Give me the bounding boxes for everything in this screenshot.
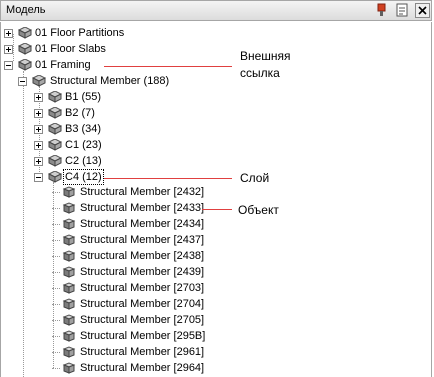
- annotation-object: Объект: [238, 203, 279, 217]
- properties-icon[interactable]: [395, 3, 410, 18]
- tree-item-framing[interactable]: 01 Framing: [35, 58, 91, 72]
- layer-icon: [18, 27, 32, 39]
- panel-title: Модель: [6, 4, 46, 16]
- expand-toggle[interactable]: [34, 125, 43, 134]
- expand-toggle[interactable]: [34, 109, 43, 118]
- member-cube-icon: [62, 330, 76, 342]
- tree-item-member[interactable]: Structural Member [2434]: [80, 217, 204, 231]
- member-cube-icon: [62, 250, 76, 262]
- tree-guide: [52, 304, 60, 305]
- member-cube-icon: [62, 282, 76, 294]
- tree-guide: [52, 256, 60, 257]
- member-cube-icon: [62, 218, 76, 230]
- tree-item-structural-member-group[interactable]: Structural Member (188): [50, 74, 169, 88]
- tree-item-group-b2[interactable]: B2 (7): [65, 106, 95, 120]
- tree-item-member[interactable]: Structural Member [2705]: [80, 313, 204, 327]
- expand-toggle[interactable]: [34, 93, 43, 102]
- tree-item-member[interactable]: Structural Member [2704]: [80, 297, 204, 311]
- tree-item-member[interactable]: Structural Member [2433]: [80, 201, 204, 215]
- tree-item-group-c1[interactable]: C1 (23): [65, 138, 102, 152]
- callout-line-object: [202, 209, 232, 210]
- tree-guide: [52, 368, 60, 369]
- expand-toggle[interactable]: [34, 157, 43, 166]
- expand-toggle[interactable]: [4, 45, 13, 54]
- tree-guide: [52, 224, 60, 225]
- collapse-toggle[interactable]: [4, 61, 13, 70]
- layer-icon: [48, 123, 62, 135]
- tree-guide: [52, 336, 60, 337]
- tree-item-group-c4[interactable]: C4 (12): [63, 169, 104, 185]
- expand-toggle[interactable]: [34, 141, 43, 150]
- tree-guide: [52, 288, 60, 289]
- tree-item-group-b3[interactable]: B3 (34): [65, 122, 101, 136]
- expand-toggle[interactable]: [4, 29, 13, 38]
- annotation-external-ref-line2: ссылка: [240, 66, 280, 80]
- callout-line-layer: [104, 178, 232, 179]
- member-cube-icon: [62, 362, 76, 374]
- tree-item-floor-slabs[interactable]: 01 Floor Slabs: [35, 42, 106, 56]
- layer-icon: [48, 171, 62, 183]
- layer-icon: [32, 75, 46, 87]
- member-cube-icon: [62, 346, 76, 358]
- tree-item-group-c2[interactable]: C2 (13): [65, 154, 102, 168]
- tree-item-member[interactable]: Structural Member [2437]: [80, 233, 204, 247]
- callout-line-external-ref: [104, 66, 232, 67]
- member-cube-icon: [62, 266, 76, 278]
- tree-guide: [52, 240, 60, 241]
- tree-guide: [23, 86, 24, 377]
- layer-icon: [48, 139, 62, 151]
- tree-item-member[interactable]: Structural Member [2438]: [80, 249, 204, 263]
- layer-icon: [48, 107, 62, 119]
- tree-item-member[interactable]: Structural Member [2703]: [80, 281, 204, 295]
- close-icon[interactable]: [415, 3, 430, 18]
- layer-icon: [48, 155, 62, 167]
- annotation-layer: Слой: [240, 171, 270, 185]
- tree-item-member[interactable]: Structural Member [295B]: [80, 329, 205, 343]
- member-cube-icon: [62, 234, 76, 246]
- tree-item-member[interactable]: Structural Member [2439]: [80, 265, 204, 279]
- tree-item-member[interactable]: Structural Member [2961]: [80, 345, 204, 359]
- tree-guide: [13, 34, 14, 61]
- annotation-external-ref-line1: Внешняя: [240, 49, 291, 63]
- tree-guide: [52, 352, 60, 353]
- tree-item-floor-partitions[interactable]: 01 Floor Partitions: [35, 26, 124, 40]
- layer-icon: [18, 43, 32, 55]
- member-cube-icon: [62, 186, 76, 198]
- layer-icon: [18, 59, 32, 71]
- member-cube-icon: [62, 314, 76, 326]
- layer-icon: [48, 91, 62, 103]
- tree-guide: [53, 182, 54, 368]
- collapse-toggle[interactable]: [18, 77, 27, 86]
- tree-item-member[interactable]: Structural Member [2964]: [80, 361, 204, 375]
- member-cube-icon: [62, 202, 76, 214]
- panel-titlebar: Модель: [0, 0, 432, 21]
- tree-item-member[interactable]: Structural Member [2432]: [80, 185, 204, 199]
- member-cube-icon: [62, 298, 76, 310]
- pin-icon[interactable]: [374, 3, 389, 18]
- tree-guide: [52, 192, 60, 193]
- collapse-toggle[interactable]: [34, 173, 43, 182]
- tree-item-group-b1[interactable]: B1 (55): [65, 90, 101, 104]
- tree-guide: [52, 208, 60, 209]
- tree-guide: [52, 272, 60, 273]
- tree-guide: [52, 320, 60, 321]
